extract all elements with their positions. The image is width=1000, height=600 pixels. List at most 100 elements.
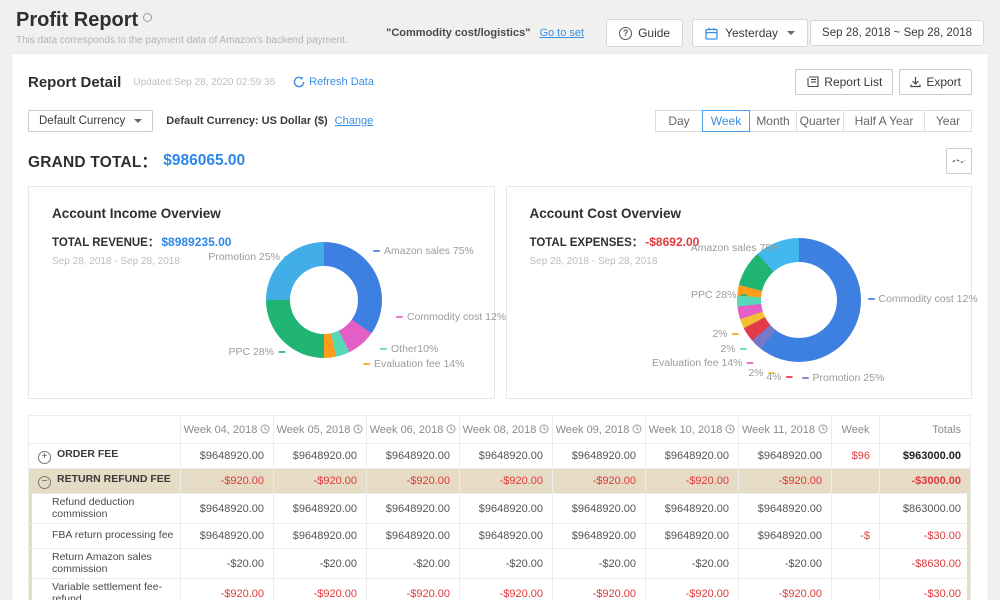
week-value-cell: $9648920.00 (553, 444, 646, 469)
help-icon[interactable] (143, 13, 152, 22)
tab-day[interactable]: Day (655, 110, 703, 132)
chart-label: Amazon sales 75% (373, 245, 474, 257)
table-header-row: Week 04, 2018Week 05, 2018Week 06, 2018W… (29, 416, 971, 444)
cost-card-title: Account Cost Overview (530, 206, 972, 221)
toggle-trend-button[interactable] (946, 148, 972, 174)
expand-icon[interactable]: + (38, 451, 51, 464)
label-tick (868, 298, 875, 300)
chart-label: PPC 28% (691, 289, 748, 301)
collapse-icon[interactable]: − (38, 476, 51, 489)
week-value-cell: $9648920.00 (553, 524, 646, 549)
chart-label: 4% (766, 371, 792, 383)
donut-hole (290, 266, 358, 334)
tab-week[interactable]: Week (702, 110, 750, 132)
partial-week-cell (832, 579, 880, 600)
label-tick (740, 348, 747, 350)
week-value-cell: $9648920.00 (181, 524, 274, 549)
week-value-cell: -$920.00 (274, 579, 367, 600)
go-to-set-link[interactable]: Go to set (539, 27, 584, 39)
week-value-cell: $9648920.00 (553, 494, 646, 524)
total-cell: $963000.00 (880, 444, 971, 469)
week-value-cell: $9648920.00 (460, 494, 553, 524)
trend-dashed-icon (952, 155, 966, 167)
chevron-down-icon (787, 31, 795, 35)
week-value-cell: $9648920.00 (460, 444, 553, 469)
clock-icon (539, 424, 549, 434)
chart-label: Commodity cost 12% (868, 293, 978, 305)
currency-dropdown[interactable]: Default Currency (28, 110, 153, 132)
week-value-cell: -$920.00 (460, 469, 553, 494)
tab-year[interactable]: Year (924, 110, 972, 132)
tab-month[interactable]: Month (749, 110, 797, 132)
refresh-data-button[interactable]: Refresh Data (293, 76, 374, 88)
week-value-cell: $9648920.00 (646, 524, 739, 549)
chart-label: Evaluation fee 14% (652, 357, 753, 369)
currency-info: Default Currency: US Dollar ($) (166, 115, 327, 127)
week-value-cell: $9648920.00 (460, 524, 553, 549)
week-value-cell: -$20.00 (274, 549, 367, 579)
donut-hole (761, 262, 837, 338)
column-header: Week 09, 2018 (553, 416, 646, 444)
week-value-cell: -$920.00 (181, 579, 274, 600)
week-value-cell: $9648920.00 (181, 494, 274, 524)
period-tabs: DayWeekMonthQuarterHalf A YearYear (655, 110, 972, 132)
table-row: −RETURN REFUND FEE-$920.00-$920.00-$920.… (29, 469, 971, 494)
clock-icon (260, 424, 270, 434)
week-value-cell: $9648920.00 (646, 494, 739, 524)
account-income-card: Account Income Overview TOTAL REVENUE：$8… (28, 186, 495, 399)
table-row: Refund deduction commission$9648920.00$9… (29, 494, 971, 524)
column-header (29, 416, 181, 444)
column-header: Week 04, 2018 (181, 416, 274, 444)
week-value-cell: -$20.00 (367, 549, 460, 579)
row-name: Return Amazon sales commission (52, 551, 152, 575)
week-value-cell: -$920.00 (460, 579, 553, 600)
week-value-cell: $9648920.00 (739, 524, 832, 549)
column-header: Week 11, 2018 (739, 416, 832, 444)
week-value-cell: -$920.00 (646, 579, 739, 600)
table-row: +ORDER FEE$9648920.00$9648920.00$9648920… (29, 444, 971, 469)
updated-timestamp: Updated:Sep 28, 2020 02:59:36 (133, 77, 275, 88)
period-dropdown[interactable]: Yesterday (692, 19, 808, 47)
row-name: RETURN REFUND FEE (57, 473, 171, 485)
column-header: Week 05, 2018 (274, 416, 367, 444)
week-value-cell: $9648920.00 (274, 444, 367, 469)
report-panel: Report Detail Updated:Sep 28, 2020 02:59… (12, 54, 988, 600)
table-row: Variable settlement fee-refund-$920.00-$… (29, 579, 971, 600)
report-detail-title: Report Detail (28, 74, 121, 91)
guide-button[interactable]: ? Guide (606, 19, 683, 47)
label-tick (741, 294, 748, 296)
export-button[interactable]: Export (899, 69, 972, 95)
label-tick (786, 376, 793, 378)
week-value-cell: $9648920.00 (181, 444, 274, 469)
week-value-cell: -$920.00 (739, 579, 832, 600)
chart-label: Promotion 25% (208, 251, 291, 263)
report-list-button[interactable]: Report List (795, 69, 893, 95)
week-value-cell: $9648920.00 (739, 444, 832, 469)
week-value-cell: -$920.00 (553, 469, 646, 494)
week-value-cell: $9648920.00 (274, 524, 367, 549)
week-value-cell: $9648920.00 (739, 494, 832, 524)
change-currency-link[interactable]: Change (335, 115, 374, 127)
grand-total-label: GRAND TOTAL： (28, 150, 157, 172)
date-range[interactable]: Sep 28, 2018 ~ Sep 28, 2018 (810, 20, 984, 46)
refresh-icon (293, 76, 305, 88)
week-value-cell: -$920.00 (274, 469, 367, 494)
partial-week-cell: -$ (832, 524, 880, 549)
fee-table: Week 04, 2018Week 05, 2018Week 06, 2018W… (28, 415, 971, 600)
calendar-icon (705, 27, 718, 40)
table-row: Return Amazon sales commission-$20.00-$2… (29, 549, 971, 579)
week-value-cell: -$20.00 (646, 549, 739, 579)
tab-quarter[interactable]: Quarter (796, 110, 844, 132)
row-name: FBA return processing fee (52, 529, 173, 541)
total-cell: -$30.00 (880, 524, 971, 549)
clock-icon (446, 424, 456, 434)
total-cell: $863000.00 (880, 494, 971, 524)
chart-label: Amazon sales 75% (691, 242, 792, 254)
partial-week-cell (832, 549, 880, 579)
donut-chart[interactable] (737, 238, 861, 362)
partial-week-cell (832, 494, 880, 524)
week-value-cell: -$920.00 (367, 579, 460, 600)
settings-hint: "Commodity cost/logistics" (386, 27, 530, 39)
tab-half-a-year[interactable]: Half A Year (843, 110, 925, 132)
label-tick (380, 348, 387, 350)
